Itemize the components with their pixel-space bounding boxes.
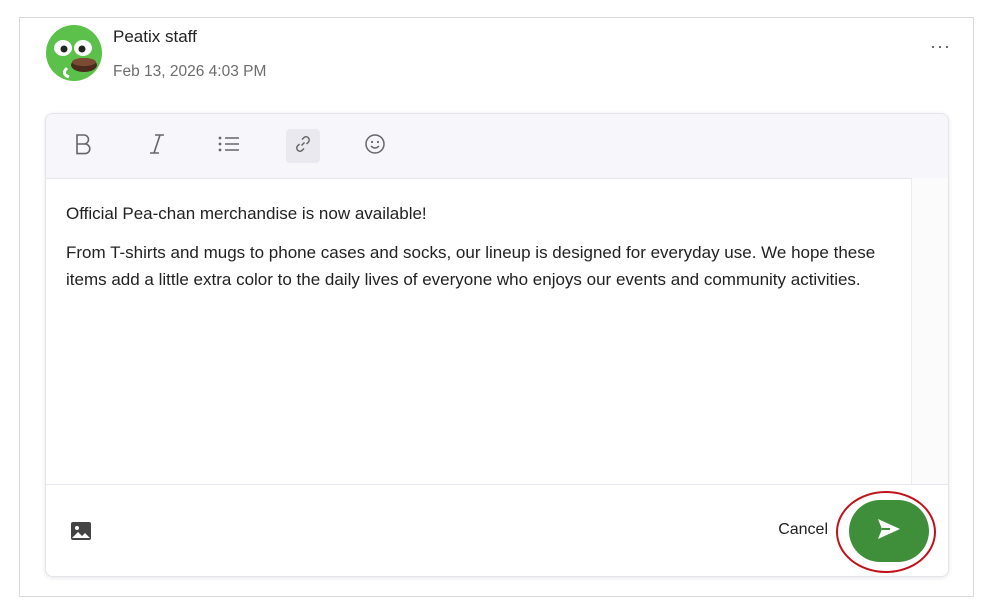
add-image-button[interactable] [69,519,93,543]
author-name[interactable]: Peatix staff [113,27,197,47]
scrollbar-track[interactable] [911,178,948,484]
comment-card: Peatix staff Feb 13, 2026 4:03 PM ··· Of… [19,17,974,597]
comment-text-area[interactable]: Official Pea-chan merchandise is now ava… [46,178,912,484]
bulleted-list-button[interactable] [212,129,246,163]
bold-button[interactable] [66,129,100,163]
comment-paragraph: Official Pea-chan merchandise is now ava… [66,204,427,223]
bulleted-list-icon [218,135,240,158]
bold-icon [73,133,93,160]
send-button[interactable] [849,500,929,562]
formatting-toolbar [46,114,948,179]
send-icon [876,517,902,546]
cancel-button[interactable]: Cancel [778,521,828,539]
italic-button[interactable] [140,129,174,163]
italic-icon [147,133,167,160]
emoji-button[interactable] [358,129,392,163]
link-icon [293,134,313,159]
image-icon [69,522,93,547]
comment-paragraph: From T-shirts and mugs to phone cases an… [66,243,876,289]
post-timestamp: Feb 13, 2026 4:03 PM [113,63,267,80]
emoji-icon [364,133,386,160]
editor-footer: Cancel [46,484,948,576]
more-options-button[interactable]: ··· [930,36,951,57]
comment-editor: Official Pea-chan merchandise is now ava… [45,113,949,577]
link-button[interactable] [286,129,320,163]
avatar[interactable] [46,25,102,81]
